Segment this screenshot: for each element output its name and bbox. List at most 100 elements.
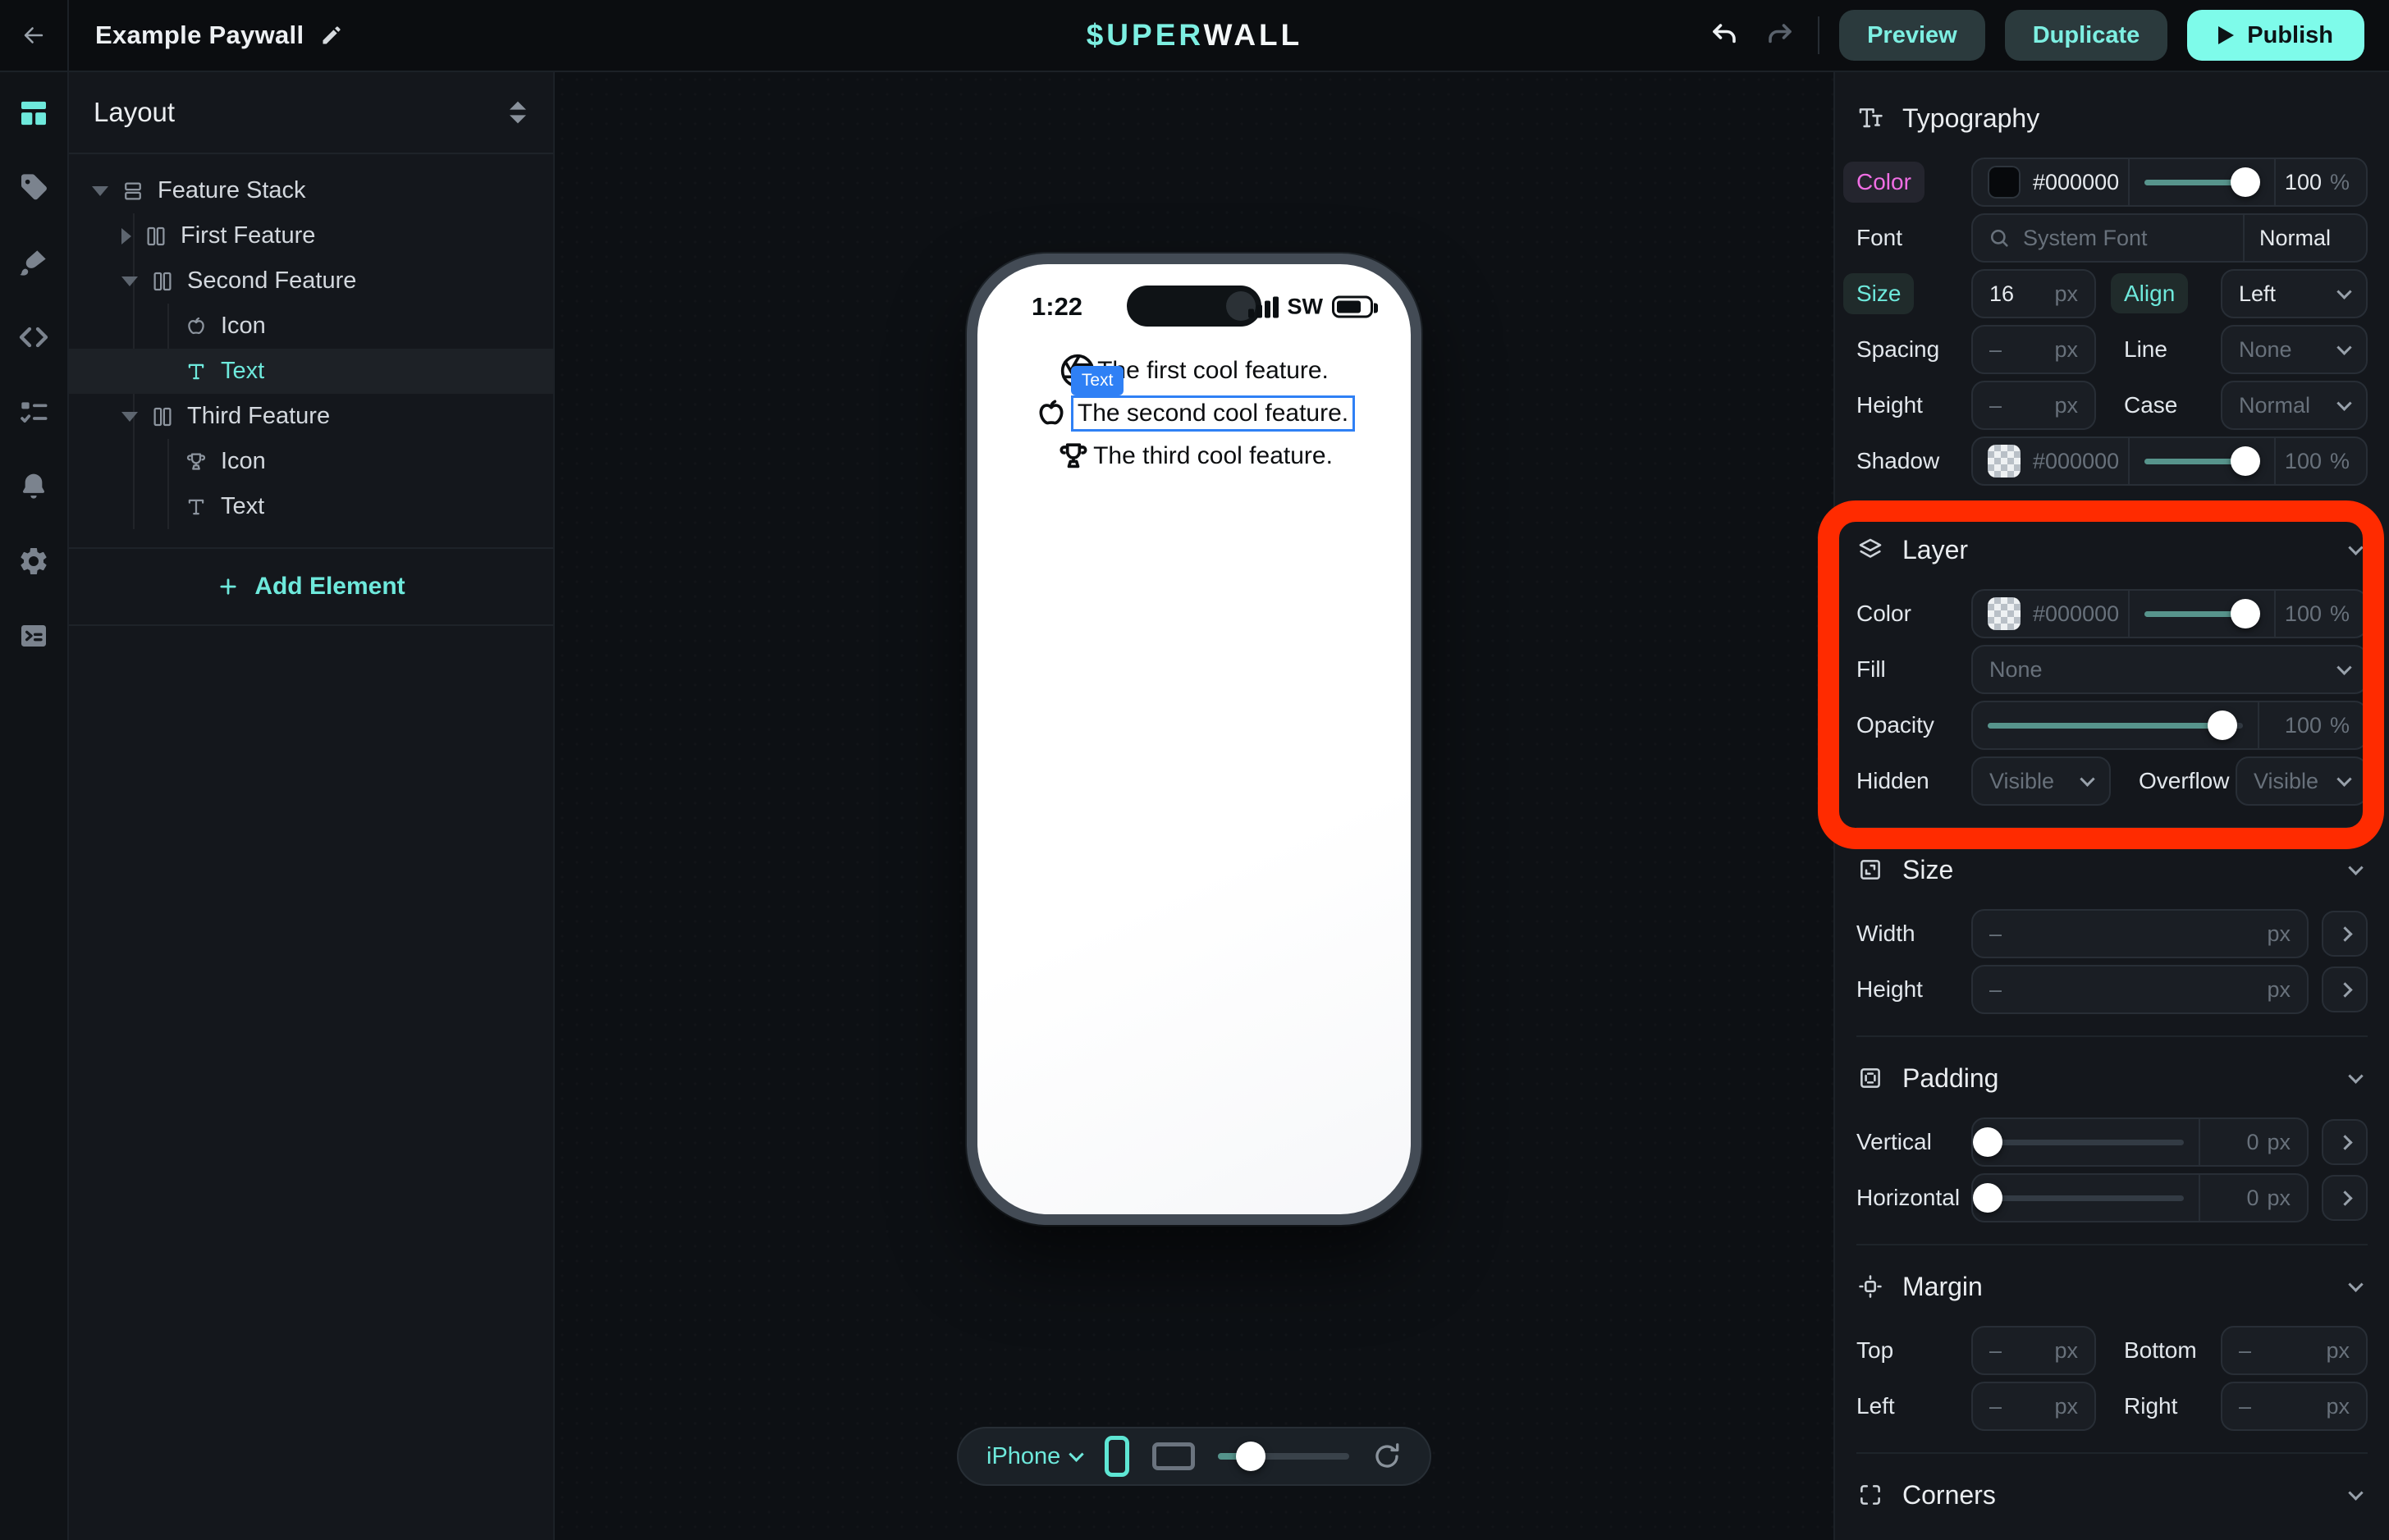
publish-button[interactable]: Publish xyxy=(2187,10,2364,61)
color-opacity-value[interactable]: 100 % xyxy=(2274,159,2366,205)
slider-knob[interactable] xyxy=(2231,167,2260,197)
tree-row-icon-trophy[interactable]: Icon xyxy=(69,439,553,484)
selection-outline[interactable]: Text The second cool feature. xyxy=(1071,395,1355,432)
align-property-chip[interactable]: Align xyxy=(2111,273,2188,313)
font-weight-select[interactable]: Normal xyxy=(2243,215,2366,261)
size-property-chip[interactable]: Size xyxy=(1843,273,1914,314)
horizontal-padding-slider[interactable] xyxy=(1973,1175,2199,1221)
shadow-opacity-slider[interactable] xyxy=(2128,438,2274,484)
hidden-select[interactable]: Visible xyxy=(1971,756,2111,806)
slider-knob[interactable] xyxy=(2231,599,2260,628)
color-hex-input[interactable]: #000000 xyxy=(1973,159,2128,205)
margin-header[interactable]: Margin xyxy=(1856,1270,2368,1303)
letter-spacing-input[interactable]: – px xyxy=(1971,325,2096,374)
feature-row-2[interactable]: Text The second cool feature. xyxy=(1033,395,1355,432)
redo-button[interactable] xyxy=(1762,17,1798,53)
nav-layout[interactable] xyxy=(16,97,52,130)
corners-header[interactable]: Corners xyxy=(1856,1478,2368,1511)
caret-down-icon[interactable] xyxy=(121,412,138,422)
vertical-padding-value[interactable]: 0 px xyxy=(2199,1119,2307,1165)
layer-color-opacity-slider[interactable] xyxy=(2128,591,2274,637)
margin-left-input[interactable]: – px xyxy=(1971,1382,2096,1431)
layer-color-hex-input[interactable]: #000000 xyxy=(1973,591,2128,637)
tree-row-first-feature[interactable]: First Feature xyxy=(69,213,553,258)
color-property-chip[interactable]: Color xyxy=(1843,162,1924,203)
margin-bottom-input[interactable]: – px xyxy=(2221,1326,2368,1375)
slider-knob[interactable] xyxy=(1973,1127,2002,1157)
height-input[interactable]: – px xyxy=(1971,965,2309,1014)
width-expand-button[interactable] xyxy=(2322,911,2368,957)
opacity-value[interactable]: 100 % xyxy=(2258,702,2366,748)
typography-header[interactable]: Typography xyxy=(1856,102,2368,135)
chevron-down-icon[interactable] xyxy=(2348,1068,2363,1083)
tree-row-second-feature[interactable]: Second Feature xyxy=(69,258,553,304)
opacity-slider[interactable] xyxy=(1973,702,2258,748)
chevron-down-icon[interactable] xyxy=(2348,540,2363,555)
feature-row-3[interactable]: The third cool feature. xyxy=(1055,438,1333,474)
slider-knob[interactable] xyxy=(2231,446,2260,476)
refresh-icon[interactable] xyxy=(1372,1442,1402,1471)
nav-products[interactable] xyxy=(16,171,52,204)
layer-tree: Feature Stack First Feature Second Featu… xyxy=(69,154,553,529)
line-height-select[interactable]: None xyxy=(2221,325,2368,374)
tree-row-third-feature[interactable]: Third Feature xyxy=(69,394,553,439)
zoom-slider-knob[interactable] xyxy=(1236,1442,1265,1471)
preview-button[interactable]: Preview xyxy=(1839,10,1985,61)
size-header[interactable]: Size xyxy=(1856,853,2368,886)
add-element-button[interactable]: Add Element xyxy=(69,547,553,626)
caret-down-icon[interactable] xyxy=(92,186,108,196)
caret-down-icon[interactable] xyxy=(121,276,138,286)
fill-select[interactable]: None xyxy=(1971,645,2368,694)
nav-code[interactable] xyxy=(16,321,52,354)
color-opacity-slider[interactable] xyxy=(2128,159,2274,205)
chevron-down-icon[interactable] xyxy=(2348,860,2363,875)
width-input[interactable]: – px xyxy=(1971,909,2309,958)
vertical-padding-expand-button[interactable] xyxy=(2322,1119,2368,1165)
undo-button[interactable] xyxy=(1706,17,1742,53)
align-select[interactable]: Left xyxy=(2221,269,2368,318)
duplicate-button[interactable]: Duplicate xyxy=(2005,10,2168,61)
zoom-slider[interactable] xyxy=(1218,1453,1349,1460)
chevron-down-icon[interactable] xyxy=(2348,1485,2363,1500)
horizontal-padding-expand-button[interactable] xyxy=(2322,1175,2368,1221)
typography-font-row: Font System Font Normal xyxy=(1856,213,2368,263)
color-swatch[interactable] xyxy=(1988,166,2021,199)
font-search-input[interactable]: System Font xyxy=(1973,215,2243,261)
nav-theme[interactable] xyxy=(16,246,52,279)
text-case-select[interactable]: Normal xyxy=(2221,381,2368,430)
edit-pencil-icon[interactable] xyxy=(320,24,343,47)
device-select[interactable]: iPhone xyxy=(986,1443,1082,1470)
padding-header[interactable]: Padding xyxy=(1856,1062,2368,1094)
portrait-icon[interactable] xyxy=(1105,1436,1129,1477)
sort-icon[interactable] xyxy=(507,100,529,125)
nav-settings[interactable] xyxy=(16,545,52,578)
font-size-input[interactable]: 16 px xyxy=(1971,269,2096,318)
overflow-select[interactable]: Visible xyxy=(2236,756,2368,806)
tree-row-text[interactable]: Text xyxy=(69,484,553,529)
horizontal-padding-value[interactable]: 0 px xyxy=(2199,1175,2307,1221)
transparent-swatch[interactable] xyxy=(1988,597,2021,630)
caret-right-icon[interactable] xyxy=(121,228,131,244)
nav-notifications[interactable] xyxy=(16,470,52,503)
transparent-swatch[interactable] xyxy=(1988,445,2021,478)
nav-console[interactable] xyxy=(16,619,52,652)
text-height-input[interactable]: – px xyxy=(1971,381,2096,430)
margin-right-input[interactable]: – px xyxy=(2221,1382,2368,1431)
margin-top-input[interactable]: – px xyxy=(1971,1326,2096,1375)
back-button[interactable] xyxy=(0,0,69,71)
shadow-hex-input[interactable]: #000000 xyxy=(1973,438,2128,484)
slider-knob[interactable] xyxy=(1973,1183,2002,1213)
tree-row-text-selected[interactable]: Text xyxy=(69,349,553,394)
chevron-down-icon[interactable] xyxy=(2348,1277,2363,1291)
tree-row-feature-stack[interactable]: Feature Stack xyxy=(69,168,553,213)
nav-checklist[interactable] xyxy=(16,395,52,428)
tree-row-icon-apple[interactable]: Icon xyxy=(69,304,553,349)
landscape-icon[interactable] xyxy=(1152,1442,1195,1470)
slider-knob[interactable] xyxy=(2208,711,2237,740)
canvas[interactable]: 1:22 SW The first cool feature. xyxy=(555,72,1833,1540)
height-expand-button[interactable] xyxy=(2322,966,2368,1012)
layer-header[interactable]: Layer xyxy=(1856,533,2368,566)
vertical-padding-slider[interactable] xyxy=(1973,1119,2199,1165)
shadow-opacity-value[interactable]: 100 % xyxy=(2274,438,2366,484)
layer-color-opacity-value[interactable]: 100 % xyxy=(2274,591,2366,637)
